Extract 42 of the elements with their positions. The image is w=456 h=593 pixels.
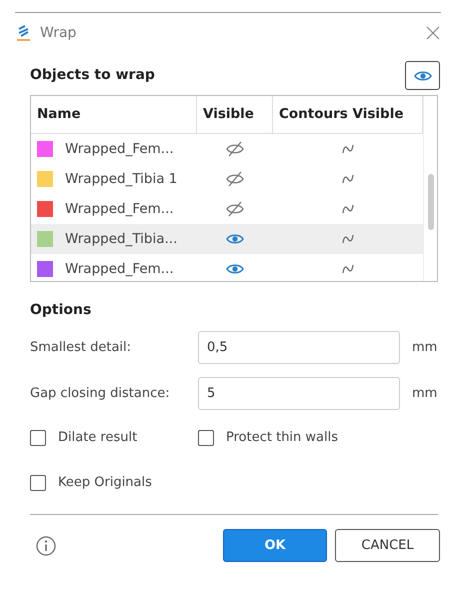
section-title: Objects to wrap bbox=[30, 66, 155, 85]
window-title: Wrap bbox=[40, 24, 76, 42]
cancel-button[interactable]: CANCEL bbox=[335, 529, 440, 562]
input-field[interactable]: 5 bbox=[198, 377, 400, 410]
wave-icon[interactable] bbox=[342, 174, 354, 184]
unit-label: mm bbox=[412, 384, 438, 403]
eye-slash-icon[interactable] bbox=[226, 201, 244, 217]
field-label: Smallest detail: bbox=[30, 338, 132, 357]
unit-label: mm bbox=[412, 338, 438, 357]
checkbox[interactable] bbox=[198, 430, 214, 446]
wave-icon[interactable] bbox=[342, 234, 354, 244]
object-name[interactable]: Wrapped_Fem... bbox=[65, 258, 174, 280]
eye-icon bbox=[414, 70, 432, 82]
app-logo-icon bbox=[16, 25, 32, 41]
scrollbar[interactable] bbox=[423, 96, 437, 281]
wave-icon[interactable] bbox=[342, 204, 354, 214]
checkbox-label: Keep Originals bbox=[58, 474, 152, 492]
eye-icon[interactable] bbox=[226, 233, 244, 245]
object-name[interactable]: Wrapped_Tibia... bbox=[65, 228, 178, 250]
object-name[interactable]: Wrapped_Tibia 1 bbox=[65, 168, 178, 190]
column-header: Visible bbox=[197, 96, 273, 133]
wave-icon[interactable] bbox=[342, 264, 354, 274]
checkbox-label: Dilate result bbox=[58, 429, 138, 448]
object-name[interactable]: Wrapped_Fem... bbox=[65, 198, 174, 220]
checkbox[interactable] bbox=[30, 430, 46, 446]
close-icon[interactable] bbox=[426, 26, 440, 40]
eye-icon[interactable] bbox=[226, 263, 244, 275]
checkbox-label: Protect thin walls bbox=[226, 429, 338, 448]
wave-icon[interactable] bbox=[342, 144, 354, 154]
column-header: Name bbox=[31, 96, 197, 133]
info-icon[interactable] bbox=[36, 536, 56, 556]
eye-slash-icon[interactable] bbox=[226, 171, 244, 187]
section-title: Options bbox=[29, 301, 92, 320]
visibility-button[interactable] bbox=[405, 61, 440, 90]
field-label: Gap closing distance: bbox=[30, 384, 171, 403]
eye-slash-icon[interactable] bbox=[226, 141, 244, 157]
checkbox[interactable] bbox=[30, 475, 46, 491]
object-name[interactable]: Wrapped_Fem... bbox=[65, 138, 174, 160]
ok-button[interactable]: OK bbox=[223, 529, 327, 562]
input-field[interactable]: 0,5 bbox=[198, 331, 400, 364]
column-header: Contours Visible bbox=[273, 96, 423, 133]
selected-row[interactable]: Wrapped_Tibia... bbox=[31, 224, 423, 254]
